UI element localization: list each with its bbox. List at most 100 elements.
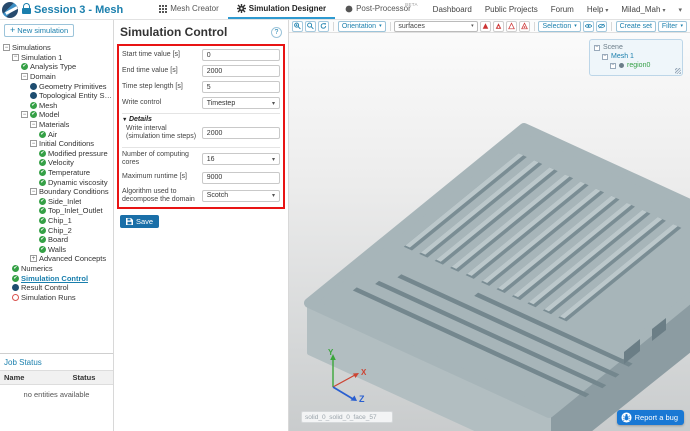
- tree-item[interactable]: Simulations: [0, 43, 113, 53]
- computing-cores-select[interactable]: 16: [202, 153, 280, 165]
- tree-item[interactable]: Mesh: [0, 101, 113, 111]
- filter-dropdown[interactable]: Filter: [658, 21, 687, 32]
- tree-item[interactable]: Numerics: [0, 264, 113, 274]
- floppy-icon: [126, 218, 133, 225]
- selection-dropdown[interactable]: Selection: [538, 21, 580, 32]
- tree-collapse-toggle[interactable]: [3, 44, 10, 51]
- time-step-input[interactable]: 5: [202, 81, 280, 93]
- tree-item[interactable]: Walls: [0, 244, 113, 254]
- nav-help-menu[interactable]: Help: [587, 5, 608, 14]
- tree-item[interactable]: Simulation Runs: [0, 292, 113, 302]
- tree-item[interactable]: Simulation 1: [0, 53, 113, 63]
- tree-item[interactable]: Chip_1: [0, 216, 113, 226]
- details-toggle[interactable]: Details: [122, 116, 280, 123]
- scene-tree-mesh[interactable]: Mesh 1: [594, 52, 678, 61]
- tree-status-icon: [30, 111, 37, 118]
- tree-collapse-toggle[interactable]: [12, 54, 19, 61]
- tree-status-icon: [30, 92, 37, 99]
- tree-item[interactable]: Initial Conditions: [0, 139, 113, 149]
- report-bug-button[interactable]: Report a bug: [617, 410, 684, 425]
- tree-item-label: Simulation Runs: [21, 293, 76, 302]
- viewport-3d: Orientation surfaces Selection: [289, 20, 690, 431]
- tree-item[interactable]: Velocity: [0, 158, 113, 168]
- tree-item[interactable]: Topological Entity Sets: [0, 91, 113, 101]
- viewport-canvas[interactable]: Scene Mesh 1 region0: [289, 33, 690, 431]
- collapse-icon[interactable]: [610, 63, 616, 69]
- decompose-algorithm-label: Algorithm used to decompose the domain: [122, 188, 202, 205]
- axis-x-label: X: [361, 368, 367, 377]
- nav-dashboard[interactable]: Dashboard: [433, 5, 472, 14]
- tab-simulation-designer[interactable]: Simulation Designer: [228, 0, 335, 19]
- tree-item[interactable]: Modified pressure: [0, 149, 113, 159]
- tree-item[interactable]: Materials: [0, 120, 113, 130]
- tree-item[interactable]: Side_Inlet: [0, 197, 113, 207]
- tree-item[interactable]: Boundary Conditions: [0, 187, 113, 197]
- tree-item[interactable]: Air: [0, 129, 113, 139]
- tree-collapse-toggle[interactable]: [30, 255, 37, 262]
- hide-selection-button[interactable]: [583, 21, 594, 32]
- nav-forum[interactable]: Forum: [551, 5, 574, 14]
- create-set-button[interactable]: Create set: [616, 21, 656, 32]
- zoom-in-button[interactable]: [292, 21, 303, 32]
- tree-collapse-toggle[interactable]: [30, 140, 37, 147]
- tree-item[interactable]: Model: [0, 110, 113, 120]
- zoom-fit-button[interactable]: [305, 21, 316, 32]
- simscale-logo-icon[interactable]: [2, 2, 18, 18]
- orientation-label: Orientation: [342, 23, 376, 30]
- tree-item[interactable]: Dynamic viscosity: [0, 177, 113, 187]
- tree-item-label: Domain: [30, 72, 56, 81]
- scene-tree-root[interactable]: Scene: [594, 43, 678, 52]
- tree-item[interactable]: Board: [0, 235, 113, 245]
- axis-y-label: Y: [328, 348, 334, 357]
- render-mode-select[interactable]: surfaces: [394, 21, 477, 32]
- resize-grip[interactable]: [675, 68, 681, 74]
- tree-item-label: Simulation Control: [21, 274, 88, 283]
- pick-edge-icon[interactable]: [506, 21, 517, 32]
- tree-item-label: Temperature: [48, 168, 90, 177]
- write-control-select[interactable]: Timestep: [202, 97, 280, 109]
- save-button[interactable]: Save: [120, 215, 159, 228]
- axis-z-label: Z: [359, 394, 365, 403]
- nav-public-projects[interactable]: Public Projects: [485, 5, 538, 14]
- nav-user-menu[interactable]: Milad_Mah: [621, 5, 665, 14]
- tree-item[interactable]: Advanced Concepts: [0, 254, 113, 264]
- tree-item[interactable]: Top_Inlet_Outlet: [0, 206, 113, 216]
- tree-item[interactable]: Domain: [0, 72, 113, 82]
- tree-collapse-toggle[interactable]: [21, 111, 28, 118]
- tree-item[interactable]: Analysis Type: [0, 62, 113, 72]
- decompose-algorithm-select[interactable]: Scotch: [202, 190, 280, 202]
- tree-item[interactable]: Temperature: [0, 168, 113, 178]
- simulation-control-panel: Simulation Control ? Start time value [s…: [114, 20, 289, 431]
- max-runtime-label: Maximum runtime [s]: [122, 173, 202, 181]
- help-button[interactable]: ?: [271, 27, 282, 38]
- start-time-input[interactable]: 0: [202, 49, 280, 61]
- tree-item[interactable]: Geometry Primitives: [0, 81, 113, 91]
- pick-face-icon[interactable]: [480, 21, 491, 32]
- axis-gizmo: Y X Z: [317, 347, 373, 403]
- tree-item[interactable]: Chip_2: [0, 225, 113, 235]
- tab-post-processor[interactable]: Post-Processor BETA: [335, 0, 420, 19]
- tree-item[interactable]: Simulation Control: [0, 273, 113, 283]
- write-interval-input[interactable]: 2000: [202, 127, 280, 139]
- job-status-col-status: Status: [72, 373, 95, 382]
- collapse-icon[interactable]: [602, 54, 608, 60]
- reset-view-button[interactable]: [318, 21, 329, 32]
- tree-item[interactable]: Result Control: [0, 283, 113, 293]
- new-simulation-button[interactable]: New simulation: [4, 24, 74, 37]
- visibility-icon[interactable]: [619, 63, 624, 68]
- pick-volume-icon[interactable]: [493, 21, 504, 32]
- circle-icon: [344, 4, 353, 13]
- scene-tree-region[interactable]: region0: [594, 61, 678, 70]
- tree-collapse-toggle[interactable]: [21, 73, 28, 80]
- pick-vertex-icon[interactable]: [519, 21, 530, 32]
- tab-mesh-creator[interactable]: Mesh Creator: [149, 0, 227, 19]
- tree-collapse-toggle[interactable]: [30, 188, 37, 195]
- chevron-down-icon: [272, 156, 275, 163]
- chevron-down-icon[interactable]: ▾: [678, 6, 682, 14]
- end-time-input[interactable]: 2000: [202, 65, 280, 77]
- tree-collapse-toggle[interactable]: [30, 121, 37, 128]
- orientation-dropdown[interactable]: Orientation: [338, 21, 386, 32]
- collapse-icon[interactable]: [594, 45, 600, 51]
- show-all-button[interactable]: [596, 21, 607, 32]
- max-runtime-input[interactable]: 9000: [202, 172, 280, 184]
